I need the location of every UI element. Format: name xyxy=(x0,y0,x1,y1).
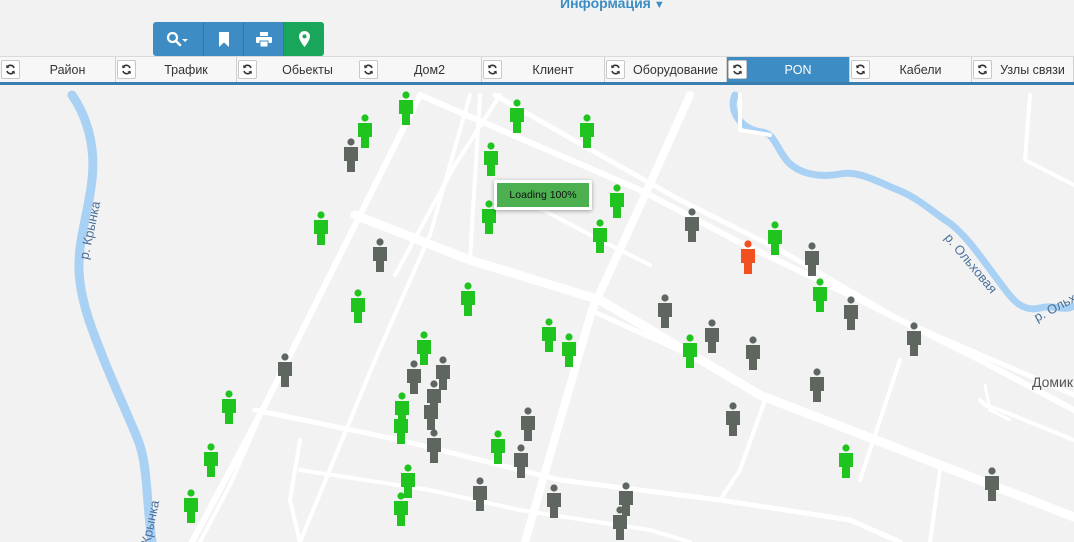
info-menu-label: Информация xyxy=(560,0,651,11)
print-icon xyxy=(255,31,272,47)
client-marker-icon[interactable] xyxy=(351,289,365,323)
client-marker-icon[interactable] xyxy=(373,238,387,272)
tab-7[interactable]: Кабели xyxy=(850,57,972,82)
client-marker-icon[interactable] xyxy=(427,429,441,463)
client-marker-icon[interactable] xyxy=(593,219,607,253)
client-marker-icon[interactable] xyxy=(436,356,450,390)
client-marker-icon[interactable] xyxy=(705,319,719,353)
tab-label: PON xyxy=(784,62,812,77)
map-toolbar xyxy=(153,22,324,56)
map-marker-icon xyxy=(298,31,310,47)
client-marker-icon[interactable] xyxy=(184,489,198,523)
client-marker-icon[interactable] xyxy=(401,464,415,498)
client-marker-icon[interactable] xyxy=(399,91,413,125)
client-marker-icon[interactable] xyxy=(658,294,672,328)
layer-tabs: Район Трафик Обьекты Дом2 Клиент Оборудование… xyxy=(0,56,1074,82)
search-dropdown-button[interactable] xyxy=(153,22,204,56)
tab-8[interactable]: Узлы связи xyxy=(972,57,1074,82)
river-label-olkh-2: р. Ольх xyxy=(1031,290,1074,325)
info-menu[interactable]: Информация ▼ xyxy=(560,0,665,11)
client-marker-icon[interactable] xyxy=(746,336,760,370)
client-marker-icon[interactable] xyxy=(839,444,853,478)
client-marker-icon[interactable] xyxy=(473,477,487,511)
caret-down-icon: ▼ xyxy=(653,0,665,11)
tab-3[interactable]: Дом2 xyxy=(358,57,482,82)
loading-text: Loading 100% xyxy=(497,183,589,207)
tab-label: Кабели xyxy=(899,62,942,77)
refresh-icon[interactable] xyxy=(728,60,747,79)
tab-6[interactable]: PON xyxy=(727,57,850,82)
client-marker-icon[interactable] xyxy=(358,114,372,148)
bookmark-icon xyxy=(218,31,229,47)
client-marker-icon[interactable] xyxy=(344,138,358,172)
place-label-domik: Домик xyxy=(1032,374,1074,390)
search-icon xyxy=(166,31,188,47)
client-marker-icon[interactable] xyxy=(491,430,505,464)
river-olkhovaya xyxy=(729,91,1074,313)
map-view-button[interactable] xyxy=(284,22,324,56)
client-marker-icon[interactable] xyxy=(985,467,999,501)
client-marker-icon[interactable] xyxy=(461,282,475,316)
client-marker-icon[interactable] xyxy=(683,334,697,368)
tab-1[interactable]: Трафик xyxy=(116,57,237,82)
client-marker-icon[interactable] xyxy=(222,390,236,424)
tab-label: Обьекты xyxy=(282,62,333,77)
tab-0[interactable]: Район xyxy=(0,57,116,82)
tab-label: Трафик xyxy=(164,62,208,77)
client-marker-icon[interactable] xyxy=(844,296,858,330)
refresh-icon[interactable] xyxy=(606,60,625,79)
bookmark-button[interactable] xyxy=(204,22,244,56)
print-button[interactable] xyxy=(244,22,284,56)
map-svg: р. Крынка Крынка р. Ольховая р. Ольх Дом… xyxy=(67,90,1074,542)
map-canvas[interactable]: р. Крынка Крынка р. Ольховая р. Ольх Дом… xyxy=(0,85,1074,542)
refresh-icon[interactable] xyxy=(359,60,378,79)
tab-label: Оборудование xyxy=(632,62,719,77)
client-marker-icon[interactable] xyxy=(610,184,624,218)
tab-label: Клиент xyxy=(532,62,574,77)
loading-indicator: Loading 100% xyxy=(494,180,592,210)
refresh-icon[interactable] xyxy=(851,60,870,79)
refresh-icon[interactable] xyxy=(973,60,992,79)
top-bar: Информация ▼ xyxy=(0,0,1074,56)
client-marker-icon[interactable] xyxy=(204,443,218,477)
tab-4[interactable]: Клиент xyxy=(482,57,605,82)
tab-label: Район xyxy=(49,62,86,77)
client-marker-icon[interactable] xyxy=(521,407,535,441)
tab-2[interactable]: Обьекты xyxy=(237,57,359,82)
refresh-icon[interactable] xyxy=(238,60,257,79)
client-marker-icon[interactable] xyxy=(417,331,431,365)
client-marker-icon[interactable] xyxy=(726,402,740,436)
tab-label: Узлы связи xyxy=(1000,62,1065,77)
tab-5[interactable]: Оборудование xyxy=(605,57,727,82)
refresh-icon[interactable] xyxy=(117,60,136,79)
client-marker-icon[interactable] xyxy=(407,360,421,394)
client-marker-icon[interactable] xyxy=(810,368,824,402)
client-marker-icon[interactable] xyxy=(314,211,328,245)
refresh-icon[interactable] xyxy=(1,60,20,79)
river-label-krynka-2: Крынка xyxy=(138,498,162,542)
tab-label: Дом2 xyxy=(413,62,446,77)
refresh-icon[interactable] xyxy=(483,60,502,79)
client-marker-icon[interactable] xyxy=(542,318,556,352)
client-marker-icon[interactable] xyxy=(484,142,498,176)
river-krynka xyxy=(67,90,157,542)
